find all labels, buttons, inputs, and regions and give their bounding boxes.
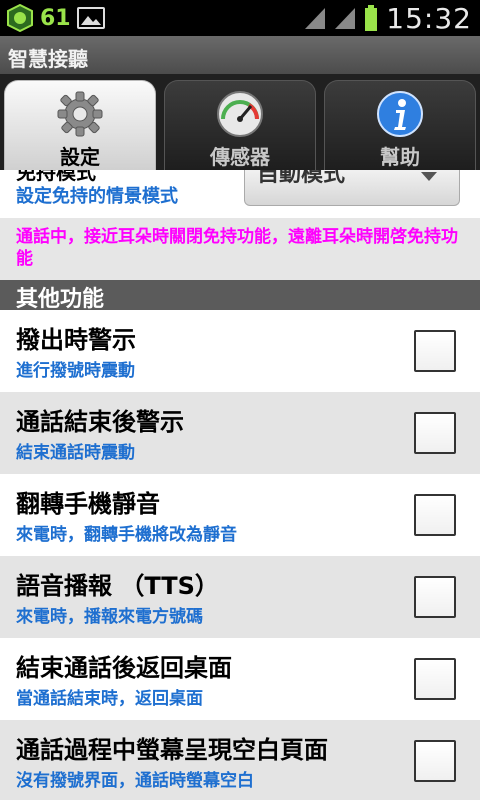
section-header-text: 其他功能: [16, 287, 105, 312]
list-item[interactable]: 通話過程中螢幕呈現空白頁面 沒有撥號界面，通話時螢幕空白: [0, 720, 480, 800]
item-title: 翻轉手機靜音: [16, 490, 160, 518]
item-subtitle: 來電時，播報來電方號碼: [16, 607, 203, 627]
checkbox[interactable]: [414, 576, 456, 618]
checkbox[interactable]: [414, 412, 456, 454]
mode-spinner[interactable]: 自動模式: [244, 170, 460, 206]
checkbox[interactable]: [414, 740, 456, 782]
clock: 15:32: [386, 1, 472, 35]
app-badge-icon: [7, 4, 33, 32]
item-subtitle: 進行撥號時震動: [16, 361, 135, 381]
tab-bar: 設定 傳感器 幫助: [0, 74, 480, 244]
item-subtitle: 來電時，翻轉手機將改為靜音: [16, 525, 237, 545]
signal-icon-1: [305, 8, 326, 29]
signal-icon-2: [335, 8, 356, 29]
tab-settings[interactable]: 設定: [4, 80, 156, 170]
battery-icon: [365, 5, 378, 31]
list-item[interactable]: 結束通話後返回桌面 當通話結束時，返回桌面: [0, 638, 480, 720]
item-title: 語音播報 （TTS）: [16, 572, 219, 600]
item-subtitle: 結束通話時震動: [16, 443, 135, 463]
app-title: 智慧接聽: [8, 47, 88, 71]
item-title: 結束通話後返回桌面: [16, 654, 232, 682]
spinner-value: 自動模式: [257, 170, 346, 187]
info-icon: [377, 91, 423, 137]
item-subtitle: 沒有撥號界面，通話時螢幕空白: [16, 771, 254, 791]
gear-icon: [57, 91, 103, 137]
image-notification-icon: [76, 7, 105, 29]
info-note: 通話中，接近耳朵時關閉免持功能，遠離耳朵時開啓免持功能: [0, 218, 480, 280]
title-bar: 智慧接聽: [0, 36, 480, 75]
hands-free-mode-setting[interactable]: 免持模式 設定免持的情景模式 自動模式: [0, 170, 480, 218]
list-item[interactable]: 翻轉手機靜音 來電時，翻轉手機將改為靜音: [0, 474, 480, 556]
gauge-icon: [217, 91, 263, 137]
tab-sensor-label: 傳感器: [210, 145, 270, 169]
setting-subtitle: 設定免持的情景模式: [16, 186, 178, 207]
status-bar: 61 15:32: [0, 0, 480, 36]
item-subtitle: 當通話結束時，返回桌面: [16, 689, 203, 709]
tab-help-label: 幫助: [380, 145, 420, 169]
chevron-down-icon: [421, 172, 437, 181]
checkbox[interactable]: [414, 494, 456, 536]
list-item[interactable]: 撥出時警示 進行撥號時震動: [0, 310, 480, 392]
checkbox[interactable]: [414, 658, 456, 700]
notification-icons: 61: [6, 4, 105, 32]
tab-sensor[interactable]: 傳感器: [164, 80, 316, 170]
list-item[interactable]: 通話結束後警示 結束通話時震動: [0, 392, 480, 474]
tab-help[interactable]: 幫助: [324, 80, 476, 170]
info-note-text: 通話中，接近耳朵時關閉免持功能，遠離耳朵時開啓免持功能: [16, 227, 458, 269]
item-title: 撥出時警示: [16, 326, 136, 354]
tab-settings-label: 設定: [60, 145, 100, 169]
item-title: 通話結束後警示: [16, 408, 184, 436]
settings-list[interactable]: 免持模式 設定免持的情景模式 自動模式 通話中，接近耳朵時關閉免持功能，遠離耳朵…: [0, 170, 480, 800]
section-header: 其他功能: [0, 280, 480, 312]
list-item[interactable]: 語音播報 （TTS） 來電時，播報來電方號碼: [0, 556, 480, 638]
battery-level-text: 61: [40, 5, 71, 31]
checkbox[interactable]: [414, 330, 456, 372]
item-title: 通話過程中螢幕呈現空白頁面: [16, 736, 328, 764]
